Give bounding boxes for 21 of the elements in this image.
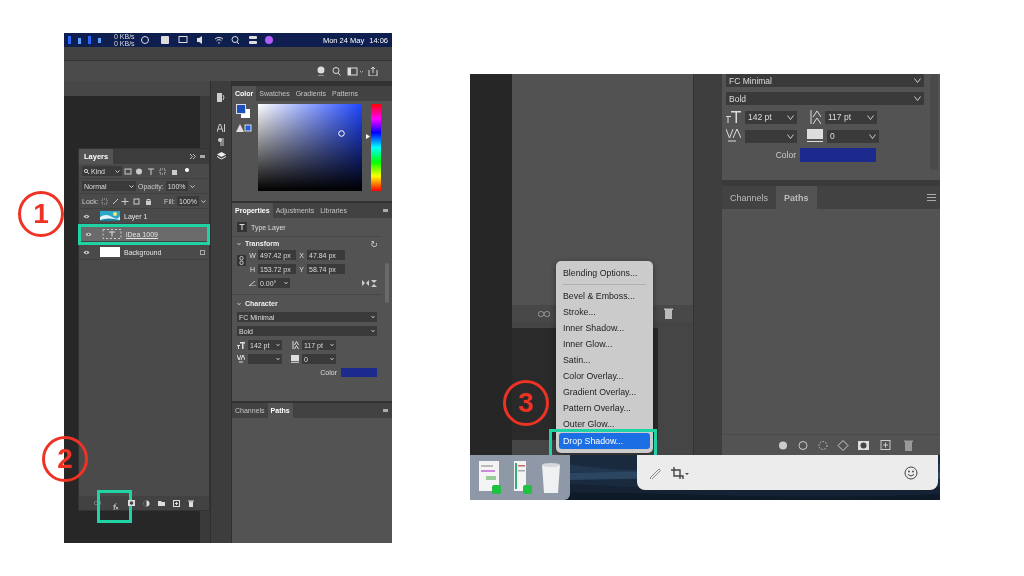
menu-item[interactable]: Inner Shadow... <box>559 320 650 336</box>
menu-item[interactable]: Gradient Overlay... <box>559 384 650 400</box>
input-field[interactable]: 0 <box>827 129 879 143</box>
input-field[interactable]: 117 pt <box>825 110 877 124</box>
tab[interactable]: Channels <box>722 186 777 209</box>
menu-item[interactable]: Stroke... <box>559 304 650 320</box>
input-field[interactable]: Bold <box>726 92 924 105</box>
menu-item[interactable]: Inner Glow... <box>559 336 650 352</box>
input-field[interactable]: 142 pt <box>745 110 797 124</box>
step-number: 1 <box>18 191 64 237</box>
menu-item[interactable]: Bevel & Emboss... <box>559 288 650 304</box>
menu-item[interactable]: Drop Shadow... <box>559 433 650 449</box>
tab[interactable]: Paths <box>776 186 817 209</box>
menu-item[interactable]: Outer Glow... <box>559 416 650 432</box>
menu-item[interactable]: Color Overlay... <box>559 368 650 384</box>
menu-item[interactable]: Satin... <box>559 352 650 368</box>
input-field[interactable]: FC Minimal <box>726 74 924 87</box>
color-label: Color <box>775 150 796 160</box>
menu-item[interactable]: Blending Options... <box>559 265 650 281</box>
menu-item[interactable]: Pattern Overlay... <box>559 400 650 416</box>
step-number: 3 <box>503 380 549 426</box>
